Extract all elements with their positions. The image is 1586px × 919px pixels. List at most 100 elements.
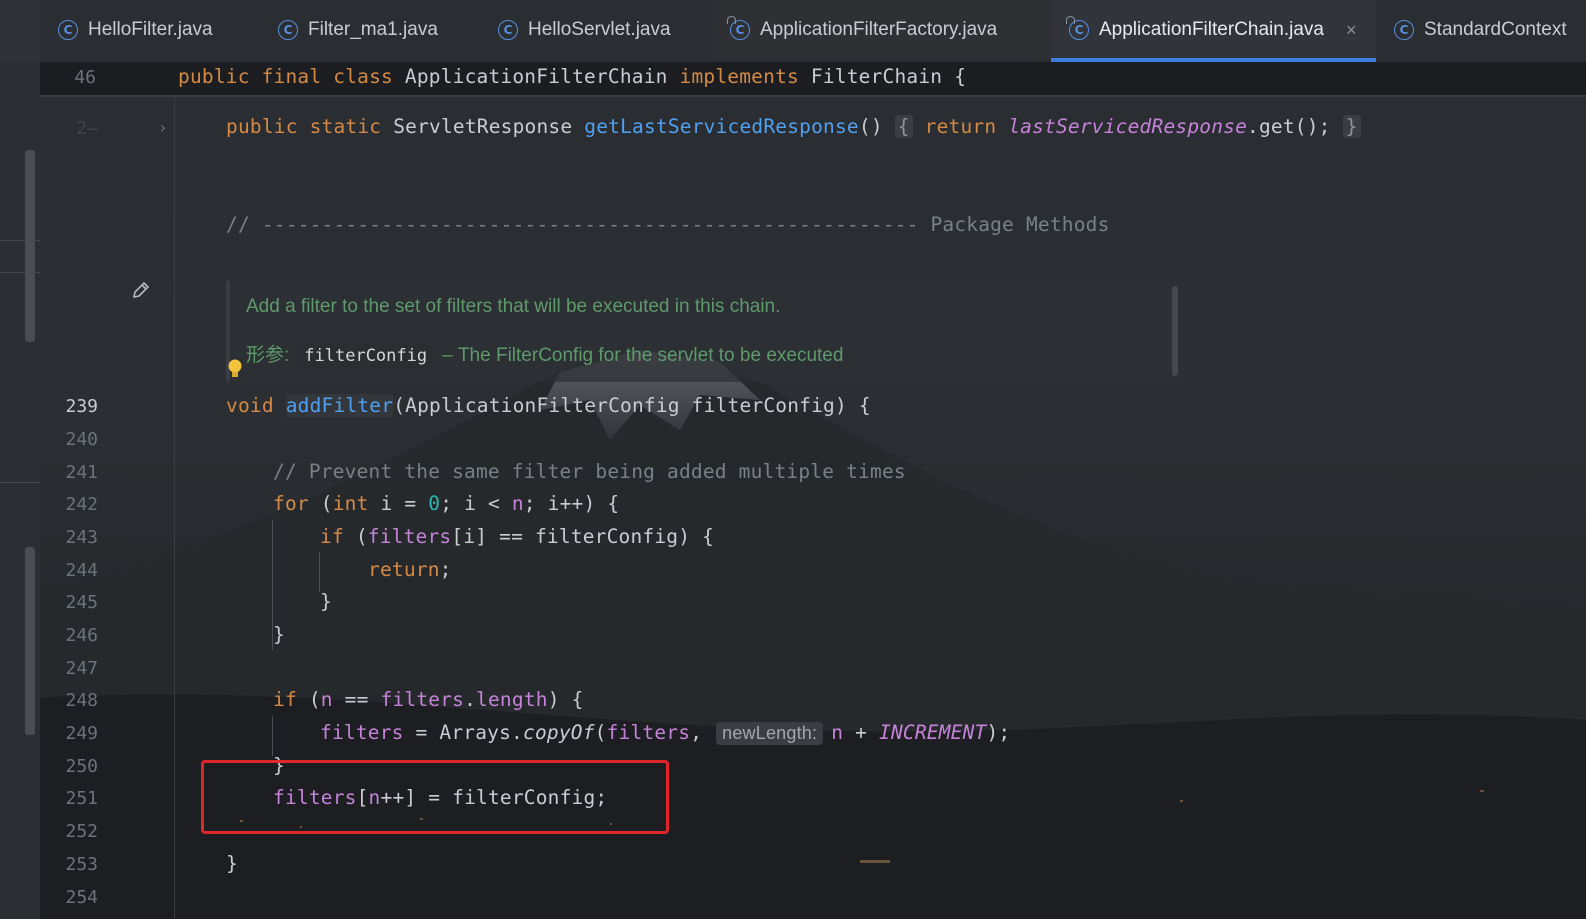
param-label: 形参: <box>246 345 290 366</box>
field-name: filters <box>367 525 452 548</box>
tab-standardcontext[interactable]: C StandardContext <box>1376 0 1586 60</box>
doc-summary: Add a filter to the set of filters that … <box>246 296 781 317</box>
edit-doc-icon[interactable] <box>131 280 151 300</box>
class-name: ApplicationFilterChain <box>404 65 668 88</box>
keyword: int <box>332 492 369 515</box>
line-number: 239 <box>65 396 98 417</box>
line-number: 245 <box>65 592 98 613</box>
code-text: ( <box>296 688 321 711</box>
code-text: , <box>690 721 703 744</box>
code-line-253[interactable]: } <box>226 852 238 875</box>
code-text: [i] == filterConfig) { <box>451 525 715 548</box>
line-number: 241 <box>65 462 98 483</box>
keyword: void <box>226 394 274 417</box>
keyword: implements <box>679 65 799 88</box>
code-line-239[interactable]: void addFilter(ApplicationFilterConfig f… <box>226 394 871 417</box>
code-text: + <box>843 721 879 744</box>
code-line-243[interactable]: if (filters[i] == filterConfig) { <box>320 525 714 548</box>
keyword: static <box>309 115 382 138</box>
field-name: length <box>476 688 548 711</box>
editor-tab-bar: C HelloFilter.java C Filter_ma1.java C H… <box>0 0 1586 63</box>
tab-helloservlet[interactable]: C HelloServlet.java <box>480 0 712 60</box>
line-number: 249 <box>65 723 98 744</box>
code-text: ) { <box>547 688 584 711</box>
tab-label: StandardContext <box>1424 19 1567 40</box>
line-number: 247 <box>65 658 98 679</box>
tab-hellofilter[interactable]: C HelloFilter.java <box>40 0 260 60</box>
line-number: 253 <box>65 854 98 875</box>
strip-divider <box>0 240 40 241</box>
field-name: filters <box>320 721 404 744</box>
param-name: filterConfig <box>297 344 435 368</box>
close-icon[interactable]: × <box>1346 20 1357 41</box>
field-name: filters <box>606 721 691 744</box>
parens: () <box>858 115 883 138</box>
strip-divider <box>0 482 40 483</box>
tab-applicationfilterchain[interactable]: C ApplicationFilterChain.java × <box>1051 0 1376 62</box>
keyword: public <box>226 115 298 138</box>
code-text: ( <box>343 525 368 548</box>
number-literal: 0 <box>428 492 441 515</box>
brace: { <box>954 65 967 88</box>
scroll-handle[interactable] <box>25 547 35 735</box>
code-line-244[interactable]: return; <box>368 558 452 581</box>
code-text: . <box>464 688 477 711</box>
chevron-right-icon[interactable]: › <box>158 118 168 137</box>
code-text: ; i++) { <box>523 492 620 515</box>
keyword: for <box>273 492 309 515</box>
doc-param-row: 形参: filterConfig – The FilterConfig for th… <box>246 340 843 368</box>
line-number: 250 <box>65 756 98 777</box>
doc-scrollbar[interactable] <box>1172 286 1178 376</box>
field-name: filters <box>380 688 465 711</box>
code-line-242[interactable]: for (int i = 0; i < n; i++) { <box>273 492 619 515</box>
constant-name: INCREMENT <box>879 721 987 744</box>
method-call: copyOf <box>523 721 595 744</box>
keyword: if <box>273 688 297 711</box>
locked-class-icon: C <box>1066 16 1089 40</box>
keyword: return <box>924 115 997 138</box>
keyword: if <box>320 525 344 548</box>
line-number: 243 <box>65 527 98 548</box>
code-line-241[interactable]: // Prevent the same filter being added m… <box>273 460 906 483</box>
fold-close-brace[interactable]: } <box>1342 115 1361 138</box>
code-text: ; i < <box>440 492 512 515</box>
tab-filter-ma1[interactable]: C Filter_ma1.java <box>260 0 480 60</box>
tab-label: ApplicationFilterChain.java <box>1099 19 1324 40</box>
line-number: 254 <box>65 887 98 908</box>
type-name: ServletResponse <box>393 115 573 138</box>
field-name: lastServicedResponse <box>1008 115 1248 138</box>
lightbulb-icon[interactable] <box>226 358 244 380</box>
code-line-248[interactable]: if (n == filters.length) { <box>273 688 584 711</box>
line-number: 240 <box>65 429 98 450</box>
keyword: final <box>261 65 322 88</box>
param-desc: – The FilterConfig for the servlet to be… <box>442 345 844 366</box>
highlight-annotation-box <box>201 760 669 834</box>
folded-method-line[interactable]: public static ServletResponse getLastSer… <box>226 115 1361 138</box>
tab-applicationfilterfactory[interactable]: C ApplicationFilterFactory.java <box>712 0 1051 60</box>
line-number: 251 <box>65 788 98 809</box>
code-line-249[interactable]: filters = Arrays.copyOf(filters, newLengt… <box>320 721 1010 745</box>
line-number: 246 <box>65 625 98 646</box>
section-comment: // -------------------------------------… <box>226 213 1110 236</box>
keyword: public <box>178 65 250 88</box>
method-name: getLastServicedResponse <box>584 115 859 138</box>
code-text: ( <box>594 721 607 744</box>
code-line-245[interactable]: } <box>320 590 332 613</box>
field-name: n <box>831 721 844 744</box>
sticky-class-header[interactable]: 46 public final class ApplicationFilterC… <box>40 62 1586 97</box>
keyword: return <box>368 558 440 581</box>
class-icon: C <box>58 20 78 40</box>
rendered-javadoc[interactable]: Add a filter to the set of filters that … <box>226 280 1184 382</box>
method-call: .get(); <box>1247 115 1331 138</box>
interface-name: FilterChain <box>810 65 943 88</box>
code-text: = Arrays. <box>403 721 523 744</box>
fold-open-brace[interactable]: { <box>894 115 913 138</box>
code-line-246[interactable]: } <box>273 623 285 646</box>
structure-scroll-handle[interactable] <box>25 150 35 342</box>
strip-divider <box>0 272 40 273</box>
field-name: n <box>320 688 333 711</box>
field-name: n <box>511 492 524 515</box>
code-text: == <box>332 688 381 711</box>
line-number: 242 <box>65 494 98 515</box>
locked-class-icon: C <box>727 16 750 40</box>
